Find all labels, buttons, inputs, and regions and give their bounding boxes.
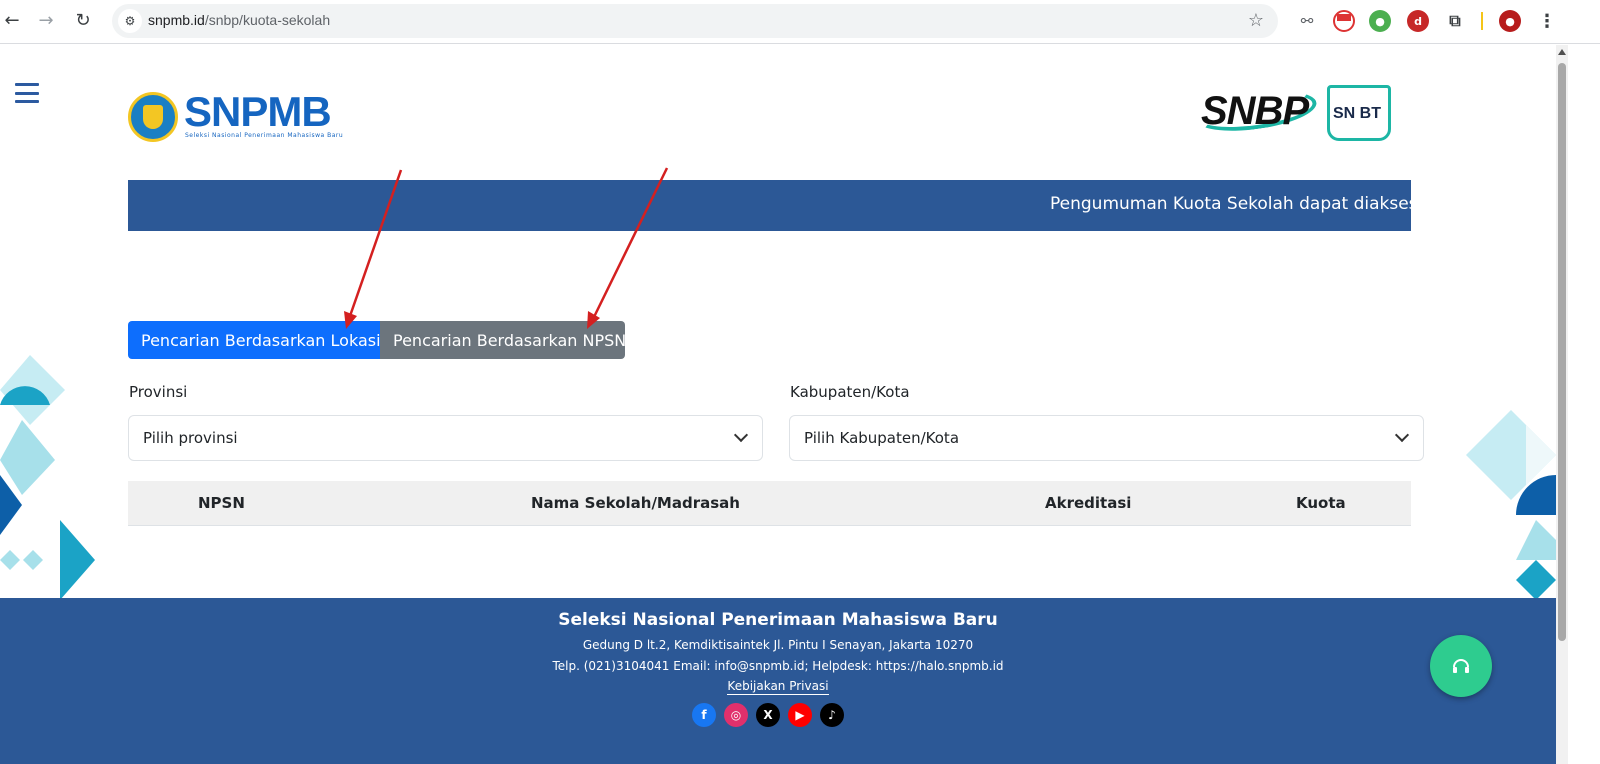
scroll-up-arrow-icon[interactable] — [1558, 49, 1566, 55]
back-icon[interactable]: ← — [0, 8, 24, 32]
footer-title: Seleksi Nasional Penerimaan Mahasiswa Ba… — [558, 610, 998, 630]
youtube-icon[interactable]: ▶ — [788, 703, 812, 727]
page-content: SNPMB Seleksi Nasional Penerimaan Mahasi… — [0, 45, 1556, 764]
footer-contact: Telp. (021)3104041 Email: info@snpmb.id;… — [552, 659, 1004, 673]
helpdesk-headset-button[interactable] — [1430, 635, 1492, 697]
site-info-icon[interactable]: ⚙ — [118, 9, 142, 33]
x-icon[interactable]: X — [756, 703, 780, 727]
annotation-arrowhead-npsn — [587, 311, 600, 329]
privacy-policy-link[interactable]: Kebijakan Privasi — [727, 679, 829, 695]
reload-icon[interactable]: ↻ — [71, 8, 95, 32]
menu-kebab-icon[interactable]: ⋮ — [1536, 10, 1558, 32]
annotation-arrowhead-location — [344, 311, 357, 329]
bookmark-star-icon[interactable]: ☆ — [1248, 10, 1264, 31]
toolbar-divider — [1481, 12, 1483, 30]
privacy-policy-link-row: Kebijakan Privasi — [0, 679, 1556, 695]
headset-icon — [1453, 659, 1469, 673]
red-extension-icon[interactable]: d — [1407, 10, 1429, 32]
flag-extension-icon[interactable] — [1333, 10, 1355, 32]
footer-address: Gedung D lt.2, Kemdiktisaintek Jl. Pintu… — [582, 638, 974, 652]
link-extension-icon[interactable]: ⚯ — [1296, 10, 1318, 32]
extensions-puzzle-icon[interactable]: ⧉ — [1444, 10, 1466, 32]
url-path: /snbp/kuota-sekolah — [204, 12, 331, 28]
url-text[interactable]: snpmb.id/snbp/kuota-sekolah — [148, 12, 330, 28]
page-footer: Seleksi Nasional Penerimaan Mahasiswa Ba… — [0, 598, 1556, 764]
address-bar[interactable]: ⚙ snpmb.id/snbp/kuota-sekolah ☆ — [112, 4, 1278, 38]
social-links: f ◎ X ▶ ♪ — [692, 703, 844, 727]
annotation-arrow-location — [348, 169, 403, 317]
instagram-icon[interactable]: ◎ — [724, 703, 748, 727]
forward-icon[interactable]: → — [34, 8, 58, 32]
annotation-arrow-npsn — [592, 167, 669, 318]
globe-extension-icon[interactable]: ● — [1369, 10, 1391, 32]
url-host: snpmb.id — [148, 12, 205, 28]
profile-avatar[interactable]: ● — [1499, 10, 1521, 32]
scrollbar-thumb[interactable] — [1558, 63, 1566, 641]
browser-toolbar: ← → ↻ ⚙ snpmb.id/snbp/kuota-sekolah ☆ ⚯ … — [0, 0, 1600, 44]
facebook-icon[interactable]: f — [692, 703, 716, 727]
page-scrollbar[interactable] — [1556, 45, 1568, 764]
tiktok-icon[interactable]: ♪ — [820, 703, 844, 727]
